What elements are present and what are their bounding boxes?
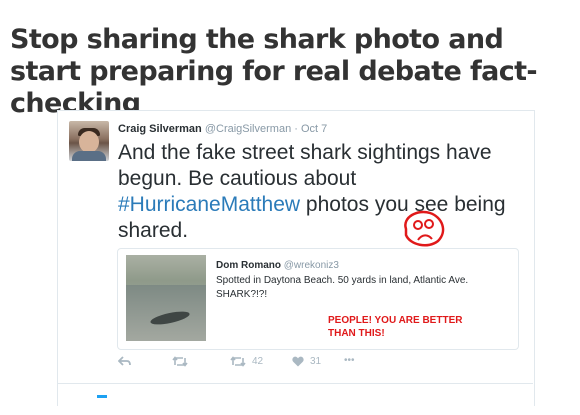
sad-face-doodle xyxy=(404,210,445,247)
avatar-shirt xyxy=(72,151,106,161)
red-annotation: PEOPLE! YOU ARE BETTER THAN THIS! xyxy=(328,315,463,339)
avatar-face xyxy=(79,131,99,153)
next-item-indicator xyxy=(97,395,107,398)
tweet-divider xyxy=(57,383,533,384)
retweet-count: 42 xyxy=(252,356,264,367)
quoted-author-handle[interactable]: @wrekoniz3 xyxy=(284,260,339,271)
reply-icon xyxy=(118,356,131,366)
hashtag-link[interactable]: #HurricaneMatthew xyxy=(118,193,300,216)
author-name[interactable]: Craig Silverman xyxy=(118,123,202,135)
tweet-text: And the fake street shark sightings have… xyxy=(118,140,518,244)
retweet-icon xyxy=(172,356,188,367)
like-count: 31 xyxy=(310,356,322,367)
quoted-author-name[interactable]: Dom Romano xyxy=(216,260,281,271)
tweet-date[interactable]: Oct 7 xyxy=(301,123,327,135)
shark-photo[interactable] xyxy=(126,255,206,341)
tweet-author-line: Craig Silverman @CraigSilverman · Oct 7 xyxy=(118,123,327,135)
author-separator: · xyxy=(294,123,298,135)
like-button[interactable]: 31 xyxy=(292,356,321,367)
author-handle[interactable]: @CraigSilverman xyxy=(205,123,291,135)
retweet-icon xyxy=(230,356,246,367)
reply-button[interactable] xyxy=(118,356,131,367)
author-avatar[interactable] xyxy=(69,121,109,161)
article-headline: Stop sharing the shark photo and start p… xyxy=(10,24,538,120)
tweet-actions: 42 31 ••• xyxy=(118,355,518,374)
retweet-count-button[interactable]: 42 xyxy=(230,356,263,367)
quoted-tweet-text: Spotted in Daytona Beach. 50 yards in la… xyxy=(216,275,469,300)
retweet-button-plain[interactable] xyxy=(172,356,188,367)
more-icon: ••• xyxy=(344,355,355,366)
more-button[interactable]: ••• xyxy=(344,355,355,366)
heart-icon xyxy=(292,356,304,367)
tweet-text-before: And the fake street shark sightings have… xyxy=(118,141,492,190)
quoted-author-line: Dom Romano @wrekoniz3 xyxy=(216,260,339,271)
